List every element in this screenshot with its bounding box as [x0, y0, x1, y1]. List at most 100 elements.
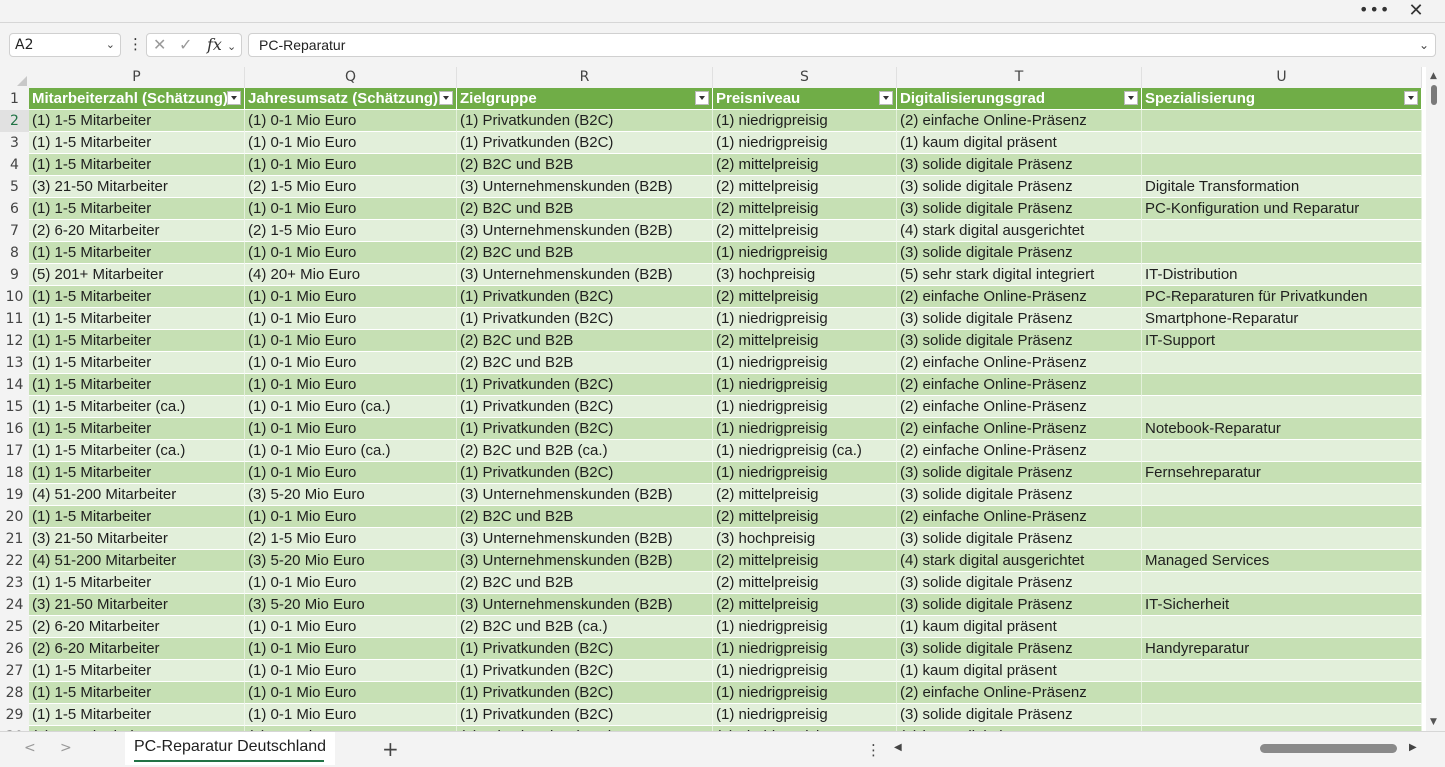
table-cell[interactable] — [1142, 132, 1422, 154]
table-cell[interactable] — [1142, 704, 1422, 726]
table-cell[interactable]: IT-Distribution — [1142, 264, 1422, 286]
table-cell[interactable]: (2) mittelpreisig — [713, 198, 897, 220]
table-cell[interactable]: (1) 1-5 Mitarbeiter — [29, 682, 245, 704]
table-cell[interactable]: (2) mittelpreisig — [713, 176, 897, 198]
table-cell[interactable]: (1) 1-5 Mitarbeiter — [29, 330, 245, 352]
table-cell[interactable]: (4) 51-200 Mitarbeiter — [29, 550, 245, 572]
row-number[interactable]: 29 — [0, 704, 29, 726]
table-cell[interactable]: (1) Privatkunden (B2C) — [457, 110, 713, 132]
table-cell[interactable] — [1142, 484, 1422, 506]
table-cell[interactable] — [1142, 528, 1422, 550]
column-header-r[interactable]: R — [457, 67, 713, 88]
close-button[interactable]: ✕ — [1403, 0, 1429, 22]
scroll-up-icon[interactable]: ▲ — [1430, 71, 1437, 81]
table-cell[interactable]: (1) Privatkunden (B2C) — [457, 308, 713, 330]
table-cell[interactable]: (1) Privatkunden (B2C) — [457, 462, 713, 484]
table-cell[interactable]: (2) einfache Online-Präsenz — [897, 506, 1142, 528]
row-number[interactable]: 16 — [0, 418, 29, 440]
table-cell[interactable]: (1) 0-1 Mio Euro — [245, 330, 457, 352]
filter-dropdown-icon[interactable] — [695, 91, 709, 105]
table-cell[interactable]: (1) 0-1 Mio Euro — [245, 286, 457, 308]
row-number[interactable]: 21 — [0, 528, 29, 550]
horizontal-scroll-thumb[interactable] — [1260, 744, 1397, 753]
row-number[interactable]: 3 — [0, 132, 29, 154]
table-cell[interactable]: (1) 1-5 Mitarbeiter (ca.) — [29, 396, 245, 418]
row-number[interactable]: 8 — [0, 242, 29, 264]
table-cell[interactable]: (1) niedrigpreisig — [713, 132, 897, 154]
row-number[interactable]: 20 — [0, 506, 29, 528]
row-number[interactable]: 26 — [0, 638, 29, 660]
table-cell[interactable]: (2) einfache Online-Präsenz — [897, 286, 1142, 308]
scroll-left-icon[interactable]: ◀ — [894, 742, 902, 753]
table-cell[interactable]: (4) 51-200 Mitarbeiter — [29, 484, 245, 506]
table-cell[interactable]: Digitale Transformation — [1142, 176, 1422, 198]
more-options-button[interactable]: ••• — [1359, 0, 1389, 22]
table-cell[interactable]: (2) B2C und B2B — [457, 352, 713, 374]
table-cell[interactable]: (1) 0-1 Mio Euro — [245, 506, 457, 528]
table-cell[interactable]: (2) einfache Online-Präsenz — [897, 352, 1142, 374]
table-cell[interactable]: (1) 0-1 Mio Euro — [245, 242, 457, 264]
table-cell[interactable]: (1) Privatkunden (B2C) — [457, 286, 713, 308]
table-cell[interactable]: IT-Support — [1142, 330, 1422, 352]
table-cell[interactable]: (1) 1-5 Mitarbeiter — [29, 660, 245, 682]
table-cell[interactable]: (3) 21-50 Mitarbeiter — [29, 528, 245, 550]
table-cell[interactable]: (1) 0-1 Mio Euro — [245, 198, 457, 220]
filter-dropdown-icon[interactable] — [1404, 91, 1418, 105]
scroll-right-icon[interactable]: ▶ — [1409, 742, 1417, 753]
table-cell[interactable] — [1142, 110, 1422, 132]
table-cell[interactable]: (1) 1-5 Mitarbeiter — [29, 374, 245, 396]
table-cell[interactable]: (1) 0-1 Mio Euro — [245, 110, 457, 132]
row-number[interactable]: 14 — [0, 374, 29, 396]
row-number[interactable]: 7 — [0, 220, 29, 242]
table-cell[interactable]: (3) solide digitale Präsenz — [897, 330, 1142, 352]
table-cell[interactable]: (1) 0-1 Mio Euro (ca.) — [245, 440, 457, 462]
table-cell[interactable]: (1) niedrigpreisig — [713, 638, 897, 660]
expand-formula-icon[interactable]: ⌄ — [1419, 34, 1429, 56]
vertical-scroll-thumb[interactable] — [1431, 85, 1437, 105]
table-cell[interactable]: (1) 0-1 Mio Euro — [245, 660, 457, 682]
table-cell[interactable]: (3) Unternehmenskunden (B2B) — [457, 264, 713, 286]
table-cell[interactable]: (2) einfache Online-Präsenz — [897, 374, 1142, 396]
column-header-t[interactable]: T — [897, 67, 1142, 88]
table-cell[interactable]: (1) niedrigpreisig — [713, 374, 897, 396]
table-cell[interactable]: (3) solide digitale Präsenz — [897, 462, 1142, 484]
table-cell[interactable]: (3) solide digitale Präsenz — [897, 176, 1142, 198]
table-cell[interactable]: Managed Services — [1142, 550, 1422, 572]
table-cell[interactable]: (2) B2C und B2B — [457, 506, 713, 528]
table-cell[interactable]: (4) stark digital ausgerichtet — [897, 220, 1142, 242]
table-cell[interactable]: Fernsehreparatur — [1142, 462, 1422, 484]
table-cell[interactable]: (1) 1-5 Mitarbeiter — [29, 132, 245, 154]
table-cell[interactable] — [1142, 242, 1422, 264]
row-number[interactable]: 12 — [0, 330, 29, 352]
table-cell[interactable]: (3) Unternehmenskunden (B2B) — [457, 594, 713, 616]
formula-input[interactable]: PC-Reparatur ⌄ — [248, 33, 1436, 57]
filter-dropdown-icon[interactable] — [1124, 91, 1138, 105]
table-cell[interactable] — [1142, 660, 1422, 682]
table-cell[interactable]: (3) solide digitale Präsenz — [897, 638, 1142, 660]
header-cell[interactable]: Preisniveau — [713, 88, 897, 110]
table-cell[interactable]: Notebook-Reparatur — [1142, 418, 1422, 440]
table-cell[interactable]: (4) 20+ Mio Euro — [245, 264, 457, 286]
table-cell[interactable]: (2) mittelpreisig — [713, 550, 897, 572]
table-cell[interactable]: (1) 0-1 Mio Euro — [245, 572, 457, 594]
table-cell[interactable]: (3) solide digitale Präsenz — [897, 704, 1142, 726]
table-cell[interactable]: (2) B2C und B2B — [457, 330, 713, 352]
table-cell[interactable]: (3) 5-20 Mio Euro — [245, 484, 457, 506]
table-cell[interactable]: (3) Unternehmenskunden (B2B) — [457, 484, 713, 506]
next-sheet-icon[interactable]: > — [60, 740, 72, 756]
table-cell[interactable]: (2) mittelpreisig — [713, 572, 897, 594]
table-cell[interactable]: (1) Privatkunden (B2C) — [457, 374, 713, 396]
header-cell[interactable]: Zielgruppe — [457, 88, 713, 110]
table-cell[interactable]: (3) Unternehmenskunden (B2B) — [457, 550, 713, 572]
column-header-q[interactable]: Q — [245, 67, 457, 88]
table-cell[interactable]: (1) 0-1 Mio Euro — [245, 616, 457, 638]
table-cell[interactable]: (5) 201+ Mitarbeiter — [29, 264, 245, 286]
table-cell[interactable]: (1) niedrigpreisig — [713, 110, 897, 132]
table-cell[interactable]: (2) B2C und B2B — [457, 242, 713, 264]
table-cell[interactable]: (3) solide digitale Präsenz — [897, 528, 1142, 550]
table-cell[interactable]: (3) hochpreisig — [713, 528, 897, 550]
table-cell[interactable]: (2) einfache Online-Präsenz — [897, 110, 1142, 132]
table-cell[interactable]: (1) 0-1 Mio Euro — [245, 374, 457, 396]
table-cell[interactable]: (1) 0-1 Mio Euro — [245, 418, 457, 440]
table-cell[interactable] — [1142, 506, 1422, 528]
